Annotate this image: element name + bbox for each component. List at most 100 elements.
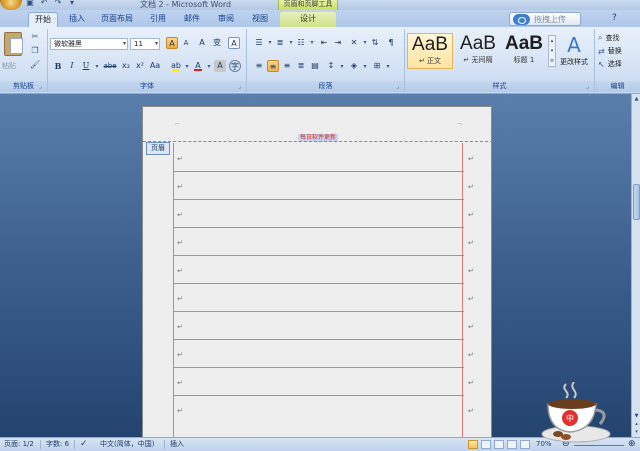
find-button[interactable]: ⌕ 查找 — [598, 33, 619, 43]
style-normal[interactable]: AaB ↵ 正文 — [407, 33, 453, 69]
underline-button[interactable]: U — [80, 60, 92, 72]
multilevel-list-icon[interactable]: ☷ — [295, 37, 307, 49]
draft-view-button[interactable] — [520, 440, 530, 449]
end-cell-mark: ↵ — [468, 239, 474, 247]
prev-page-icon[interactable]: ▴ — [633, 420, 640, 428]
end-cell-mark: ↵ — [468, 323, 474, 331]
paste-icon[interactable] — [4, 32, 23, 56]
document-area[interactable]: ⌐ ¬ 每日软件更新 页眉 ↵ ↵ ↵ ↵ ↵ ↵ ↵ ↵ ↵ ↵ ↵ ↵ ↵ ↵ ↵ ↵ ↵ ↵ ↵ ↵ — [0, 94, 631, 437]
style-gallery-scroll[interactable]: ▴ ▾ ≡ — [548, 35, 556, 67]
paste-label[interactable]: 粘贴 — [2, 61, 16, 71]
phonetic-guide-button[interactable]: 变 — [211, 37, 223, 49]
increase-indent-icon[interactable]: ⇥ — [332, 37, 344, 49]
strikethrough-button[interactable]: abe — [102, 60, 118, 72]
change-styles-button[interactable]: A 更改样式 — [556, 33, 592, 67]
page-indicator[interactable]: 页面: 1/2 — [4, 438, 34, 451]
customize-qat-icon[interactable]: ▾ — [66, 0, 78, 8]
borders-icon[interactable]: ⊞ — [371, 60, 383, 72]
bullets-icon[interactable]: ☰ — [253, 37, 265, 49]
change-case-button[interactable]: Aa — [148, 60, 162, 72]
select-button[interactable]: ↖ 选择 — [598, 59, 622, 69]
styles-launcher-icon[interactable]: ⌟ — [586, 84, 592, 90]
enclose-char-button[interactable]: 字 — [229, 60, 241, 72]
upload-button[interactable]: 拖拽上传 — [509, 12, 581, 26]
style-heading-1[interactable]: AaB 标题 1 — [501, 33, 547, 69]
paragraph-mark: ↵ — [177, 211, 183, 219]
chevron-down-icon[interactable]: ▾ — [337, 62, 347, 72]
highlight-button[interactable]: ab — [170, 60, 182, 72]
align-right-icon[interactable]: ≡ — [281, 60, 293, 72]
distributed-icon[interactable]: ▤ — [309, 60, 321, 72]
ruled-lines-grid[interactable]: ↵ ↵ ↵ ↵ ↵ ↵ ↵ ↵ ↵ ↵ ↵ ↵ ↵ ↵ ↵ ↵ ↵ ↵ ↵ ↵ — [173, 143, 474, 437]
tab-page-layout[interactable]: 页面布局 — [96, 12, 138, 27]
end-cell-mark: ↵ — [468, 407, 474, 415]
bold-button[interactable]: B — [52, 60, 64, 72]
chevron-down-icon[interactable]: ▾ — [204, 62, 214, 72]
zoom-slider[interactable] — [574, 445, 624, 446]
grow-font-button[interactable]: A — [166, 37, 178, 49]
styles-group-label: 样式 — [405, 81, 594, 92]
show-marks-icon[interactable]: ¶ — [385, 37, 397, 49]
tab-view[interactable]: 视图 — [246, 12, 274, 27]
outline-view-button[interactable] — [507, 440, 517, 449]
line-spacing-icon[interactable]: ↕ — [325, 60, 337, 72]
chevron-down-icon[interactable]: ▾ — [383, 62, 393, 72]
subscript-button[interactable]: x₂ — [120, 60, 132, 72]
web-view-button[interactable] — [494, 440, 504, 449]
clipboard-launcher-icon[interactable]: ⌟ — [39, 84, 45, 90]
proofing-icon[interactable]: ✓ — [80, 438, 88, 451]
word-count[interactable]: 字数: 6 — [46, 438, 69, 451]
save-icon[interactable]: ▣ — [24, 0, 36, 8]
chevron-down-icon[interactable]: ▾ — [307, 38, 317, 48]
font-launcher-icon[interactable]: ⌟ — [238, 84, 244, 90]
chinese-layout-icon[interactable]: ✕ — [348, 37, 360, 49]
help-icon[interactable]: ? — [612, 13, 617, 23]
chevron-down-icon[interactable]: ▾ — [92, 62, 102, 72]
style-no-spacing[interactable]: AaB ↵ 无间隔 — [455, 33, 501, 69]
font-name-combo[interactable]: 微软雅黑 ▾ — [50, 38, 128, 50]
font-color-button[interactable]: A — [192, 60, 204, 72]
language-indicator[interactable]: 中文(简体，中国) — [100, 438, 154, 451]
char-border-button[interactable]: A — [228, 37, 240, 49]
superscript-button[interactable]: x² — [134, 60, 146, 72]
align-left-icon[interactable]: ≡ — [253, 60, 265, 72]
copy-icon[interactable]: ❐ — [30, 46, 40, 56]
chevron-down-icon[interactable]: ▾ — [360, 62, 370, 72]
cut-icon[interactable]: ✂ — [30, 32, 40, 42]
shrink-font-button[interactable]: A — [180, 37, 192, 49]
justify-icon[interactable]: ≣ — [295, 60, 307, 72]
full-screen-view-button[interactable] — [481, 440, 491, 449]
paragraph-launcher-icon[interactable]: ⌟ — [396, 84, 402, 90]
undo-icon[interactable]: ↶ — [38, 0, 50, 8]
font-size-combo[interactable]: 11 ▾ — [130, 38, 160, 50]
insert-mode[interactable]: 插入 — [170, 438, 184, 451]
tab-mailings[interactable]: 邮件 — [178, 12, 206, 27]
shading-icon[interactable]: ◈ — [348, 60, 360, 72]
align-center-icon[interactable]: ≡ — [267, 60, 279, 72]
tab-home[interactable]: 开始 — [28, 12, 58, 27]
tab-insert[interactable]: 插入 — [62, 12, 92, 27]
clear-format-button[interactable]: A — [196, 37, 208, 49]
tab-design[interactable]: 设计 — [280, 12, 336, 27]
tab-review[interactable]: 审阅 — [212, 12, 240, 27]
redo-icon[interactable]: ↷ — [52, 0, 64, 8]
char-shading-button[interactable]: A — [214, 60, 226, 72]
vertical-scrollbar[interactable]: ▲ ▼ ▴ ▾ — [631, 94, 640, 437]
print-layout-view-button[interactable] — [468, 440, 478, 449]
sort-icon[interactable]: ⇅ — [369, 37, 381, 49]
scroll-thumb[interactable] — [633, 184, 640, 220]
window-title: 文档 2 - Microsoft Word — [140, 0, 232, 9]
next-page-icon[interactable]: ▾ — [633, 428, 640, 436]
italic-button[interactable]: I — [66, 60, 78, 72]
office-button[interactable] — [0, 0, 22, 10]
numbering-icon[interactable]: ≣ — [274, 37, 286, 49]
format-painter-icon[interactable]: 🖌 — [30, 60, 40, 70]
decrease-indent-icon[interactable]: ⇤ — [318, 37, 330, 49]
document-page[interactable]: ⌐ ¬ 每日软件更新 页眉 ↵ ↵ ↵ ↵ ↵ ↵ ↵ ↵ ↵ ↵ ↵ ↵ ↵ ↵ ↵ ↵ ↵ ↵ ↵ ↵ — [142, 106, 493, 437]
tab-references[interactable]: 引用 — [144, 12, 172, 27]
chevron-down-icon[interactable]: ▾ — [182, 62, 192, 72]
scroll-up-icon[interactable]: ▲ — [633, 95, 640, 103]
zoom-in-icon[interactable]: ⊕ — [628, 438, 636, 451]
scroll-down-icon[interactable]: ▼ — [633, 412, 640, 420]
replace-button[interactable]: ⇄ 替换 — [598, 46, 622, 56]
